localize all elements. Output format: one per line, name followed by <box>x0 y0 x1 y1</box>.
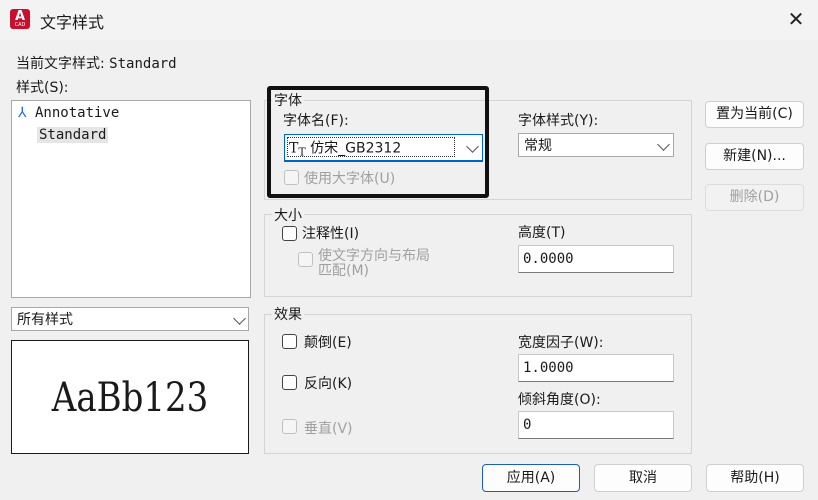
annotative-icon: ⅄ <box>18 105 27 121</box>
apply-button[interactable]: 应用(A) <box>482 464 580 492</box>
height-input[interactable]: 0.0000 <box>518 245 674 273</box>
vertical-label: 垂直(V) <box>304 421 353 437</box>
match-layout-label: 使文字方向与布局 匹配(M) <box>318 248 430 279</box>
preview-text: AaBb123 <box>51 375 209 421</box>
cancel-button[interactable]: 取消 <box>594 464 692 492</box>
backwards-checkbox[interactable] <box>282 375 297 390</box>
effects-group-title: 效果 <box>272 304 304 324</box>
width-factor-label: 宽度因子(W): <box>518 335 604 351</box>
font-style-select[interactable]: 常规 <box>518 133 674 157</box>
match-layout-checkbox[interactable] <box>298 252 313 267</box>
annotative-label: 注释性(I) <box>302 226 360 242</box>
set-current-button[interactable]: 置为当前(C) <box>705 101 804 128</box>
delete-style-button[interactable]: 删除(D) <box>705 184 804 211</box>
height-label: 高度(T) <box>518 225 566 241</box>
highlight-frame <box>267 86 489 198</box>
annotative-checkbox[interactable] <box>282 226 297 241</box>
window-title: 文字样式 <box>40 13 105 32</box>
list-item-standard[interactable]: Standard <box>37 127 109 143</box>
chevron-down-icon <box>657 138 670 151</box>
size-group-title: 大小 <box>272 205 304 225</box>
styles-label: 样式(S): <box>16 80 69 96</box>
help-button[interactable]: 帮助(H) <box>706 464 804 492</box>
current-style-label: 当前文字样式: Standard <box>16 56 177 72</box>
oblique-angle-label: 倾斜角度(O): <box>518 392 601 408</box>
autocad-app-icon: A CAD <box>10 9 30 29</box>
backwards-label: 反向(K) <box>304 376 353 392</box>
title-bar <box>0 0 818 40</box>
upside-down-label: 颠倒(E) <box>304 335 352 351</box>
style-filter-select[interactable]: 所有样式 <box>11 307 249 331</box>
vertical-checkbox[interactable] <box>282 419 297 434</box>
width-factor-input[interactable]: 1.0000 <box>518 354 674 382</box>
chevron-down-icon <box>233 312 246 325</box>
upside-down-checkbox[interactable] <box>282 334 297 349</box>
close-icon[interactable]: ✕ <box>784 8 808 32</box>
styles-list[interactable]: ⅄ Annotative Standard <box>11 100 251 298</box>
oblique-angle-input[interactable]: 0 <box>518 411 674 439</box>
preview-box: AaBb123 <box>11 340 249 454</box>
list-item-annotative[interactable]: ⅄ Annotative <box>18 105 119 121</box>
current-style-value: Standard <box>109 56 177 72</box>
new-style-button[interactable]: 新建(N)... <box>705 143 804 170</box>
font-style-label: 字体样式(Y): <box>518 113 599 129</box>
